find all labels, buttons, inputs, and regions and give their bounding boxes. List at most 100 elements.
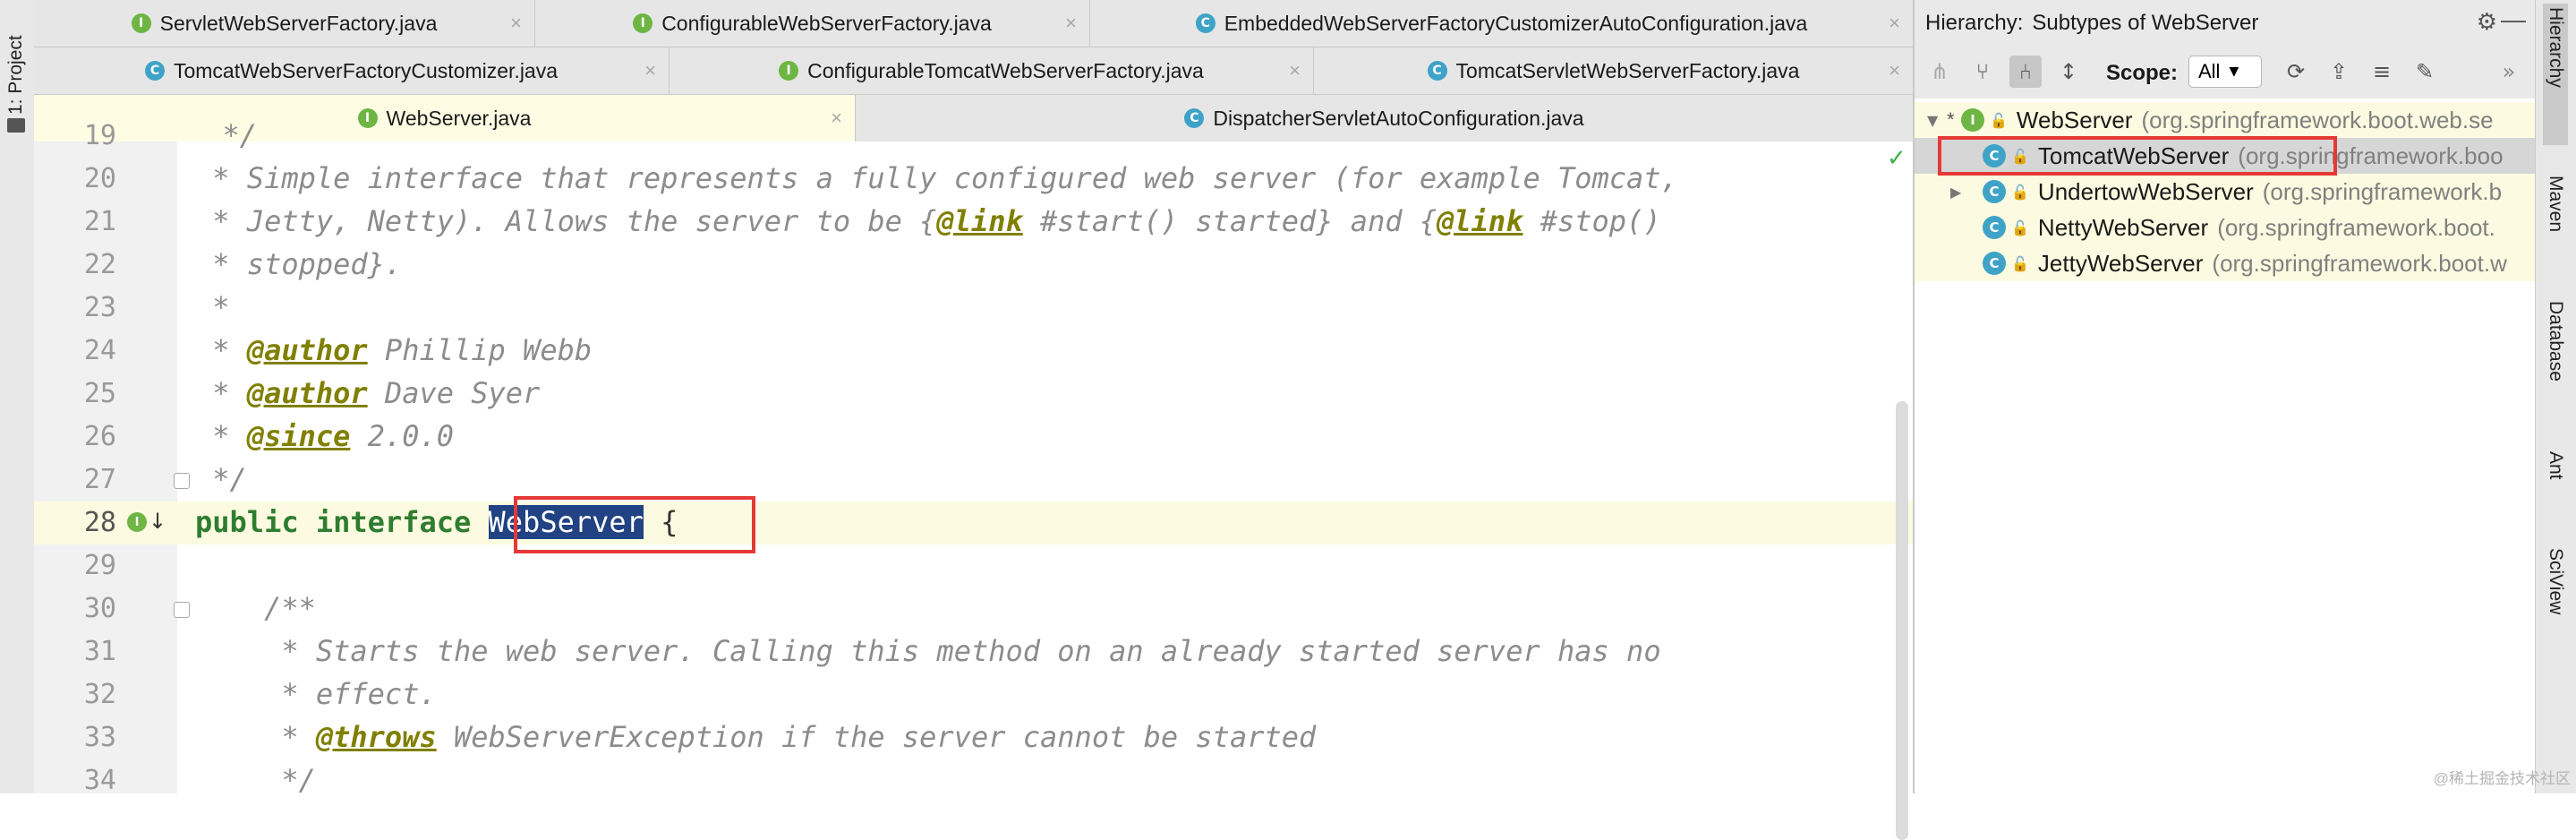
code-line: 34 */ [34, 759, 1913, 802]
comment-text: * @since 2.0.0 [195, 419, 454, 453]
code-line: 27 */ [34, 459, 1913, 501]
export-icon[interactable]: ⇪ [2323, 56, 2355, 88]
interface-icon: I [633, 13, 653, 33]
line-number: 26 [83, 421, 116, 452]
tool-tab-label: Ant [2546, 451, 2566, 480]
maven-tool-tab[interactable]: Maven [2545, 176, 2566, 283]
line-number: 25 [83, 378, 116, 409]
scope-label: Scope: [2106, 61, 2179, 85]
comment-text: * [195, 290, 230, 324]
code-line: 20 * Simple interface that represents a … [34, 158, 1913, 201]
class-icon: C [1195, 13, 1215, 33]
tree-item-webserver[interactable]: ▼ * I 🔓 WebServer (org.springframework.b… [1915, 102, 2537, 138]
comment-text: * Jetty, Netty). Allows the server to be… [195, 204, 1661, 238]
code-line: 22 * stopped}. [34, 244, 1913, 287]
type-hierarchy-icon[interactable]: ⑂ [1966, 56, 1999, 88]
scope-select[interactable]: All ▼ [2188, 56, 2262, 88]
close-icon[interactable]: × [1889, 12, 1900, 35]
close-icon[interactable]: × [1889, 59, 1900, 82]
fold-marker-icon[interactable] [174, 602, 190, 618]
comment-text: * stopped}. [195, 247, 403, 281]
tab-label: TomcatServletWebServerFactory.java [1455, 58, 1800, 82]
comment-text: */ [195, 462, 247, 496]
minimize-icon[interactable]: — [2501, 5, 2526, 34]
sciview-tool-tab[interactable]: SciView [2545, 548, 2566, 656]
pin-icon[interactable]: ✎ [2409, 56, 2441, 88]
line-number: 28 [83, 507, 116, 538]
editor-tab-row-1: I ServletWebServerFactory.java × I Confi… [34, 0, 1913, 47]
close-icon[interactable]: × [510, 12, 522, 35]
class-icon: C [1983, 252, 2006, 275]
close-icon[interactable]: × [1289, 59, 1301, 82]
subtypes-hierarchy-icon[interactable]: ⑃ [2009, 56, 2042, 88]
collapse-all-icon[interactable]: ≡ [2366, 56, 2398, 88]
tree-item-package: (org.springframework.boot.web.se [2141, 106, 2494, 133]
lock-icon: 🔓 [2011, 219, 2029, 236]
right-tool-strip: Hierarchy Maven Database Ant SciView [2535, 0, 2576, 793]
project-tab-label: 1: Project [5, 35, 26, 115]
comment-text: * @author Phillip Webb [195, 333, 593, 367]
gear-icon[interactable]: ⚙ [2477, 9, 2497, 36]
tree-item-name: UndertowWebServer [2037, 177, 2254, 205]
code-line: 23 * [34, 287, 1913, 330]
tab-configurable-tomcat-factory[interactable]: I ConfigurableTomcatWebServerFactory.jav… [670, 47, 1314, 94]
sort-alphabetically-icon[interactable]: ↕ [2052, 56, 2085, 88]
code-line: 21 * Jetty, Netty). Allows the server to… [34, 201, 1913, 244]
lock-icon: 🔓 [2011, 183, 2029, 201]
tab-tomcat-customizer[interactable]: C TomcatWebServerFactoryCustomizer.java … [34, 47, 670, 94]
lock-icon: 🔓 [2011, 254, 2029, 272]
supertype-hierarchy-icon[interactable]: ⋔ [1923, 56, 1956, 88]
line-number: 33 [83, 722, 116, 753]
close-icon[interactable]: × [644, 59, 656, 82]
tree-item-name: JettyWebServer [2037, 249, 2204, 277]
tab-tomcat-servlet-factory[interactable]: C TomcatServletWebServerFactory.java × [1314, 47, 1913, 94]
comment-text: */ [188, 118, 258, 152]
expand-arrow-icon[interactable]: ▶ [1950, 184, 1983, 201]
tree-item-package: (org.springframework.b [2262, 177, 2503, 205]
editor-area: I ServletWebServerFactory.java × I Confi… [34, 0, 1913, 840]
code-editor[interactable]: 19 */ 20 * Simple interface that represe… [34, 118, 1913, 840]
highlight-box [514, 496, 755, 553]
tab-configurable-web-server-factory[interactable]: I ConfigurableWebServerFactory.java × [535, 0, 1090, 47]
tree-item-nettywebserver[interactable]: C 🔓 NettyWebServer (org.springframework.… [1915, 210, 2537, 245]
code-line: 25 * @author Dave Syer [34, 373, 1913, 416]
tool-tab-label: Maven [2546, 176, 2566, 233]
comment-text: * @throws WebServerException if the serv… [195, 720, 1317, 754]
class-icon: C [1983, 180, 2006, 203]
code-line-current: 28 I ↓ public interface WebServer { [34, 501, 1913, 544]
more-icon[interactable]: » [2493, 56, 2525, 88]
line-number: 20 [83, 163, 116, 194]
project-tool-tab[interactable]: 1: Project [5, 7, 27, 115]
line-number: 31 [83, 636, 116, 667]
expand-arrow-icon[interactable]: ▼ [1927, 112, 1947, 129]
code-line: 30 /** [34, 587, 1913, 630]
hierarchy-tree: ▼ * I 🔓 WebServer (org.springframework.b… [1915, 99, 2537, 793]
left-tool-strip: 1: Project [0, 0, 35, 793]
line-number: 27 [83, 464, 116, 495]
tab-embedded-autoconfiguration[interactable]: C EmbeddedWebServerFactoryCustomizerAuto… [1090, 0, 1913, 47]
line-number: 30 [83, 593, 116, 624]
hierarchy-tool-tab[interactable]: Hierarchy [2543, 4, 2568, 145]
chevron-down-icon: ▼ [2229, 64, 2239, 79]
implemented-gutter-icon[interactable]: I [127, 512, 147, 532]
ant-tool-tab[interactable]: Ant [2545, 451, 2566, 523]
tab-servlet-web-server-factory[interactable]: I ServletWebServerFactory.java × [34, 0, 535, 47]
editor-tab-row-2: C TomcatWebServerFactoryCustomizer.java … [34, 47, 1913, 95]
line-number: 24 [83, 335, 116, 366]
tab-label: ConfigurableTomcatWebServerFactory.java [807, 58, 1204, 82]
star-marker: * [1947, 108, 1955, 131]
tree-item-jettywebserver[interactable]: C 🔓 JettyWebServer (org.springframework.… [1915, 245, 2537, 281]
tree-item-undertowwebserver[interactable]: ▶ C 🔓 UndertowWebServer (org.springframe… [1915, 174, 2537, 210]
line-number: 23 [83, 292, 116, 323]
close-icon[interactable]: × [1065, 12, 1077, 35]
tab-label: ServletWebServerFactory.java [159, 11, 438, 35]
folder-icon [7, 118, 25, 133]
refresh-icon[interactable]: ⟳ [2280, 56, 2312, 88]
line-number: 34 [83, 765, 116, 796]
fold-marker-icon[interactable] [174, 473, 190, 489]
interface-icon: I [779, 61, 799, 81]
database-tool-tab[interactable]: Database [2545, 301, 2566, 426]
vertical-scrollbar[interactable] [1896, 401, 1908, 840]
highlight-box [1938, 136, 2337, 176]
hierarchy-panel: Hierarchy: Subtypes of WebServer ⚙ — ⋔ ⑂… [1913, 0, 2537, 793]
